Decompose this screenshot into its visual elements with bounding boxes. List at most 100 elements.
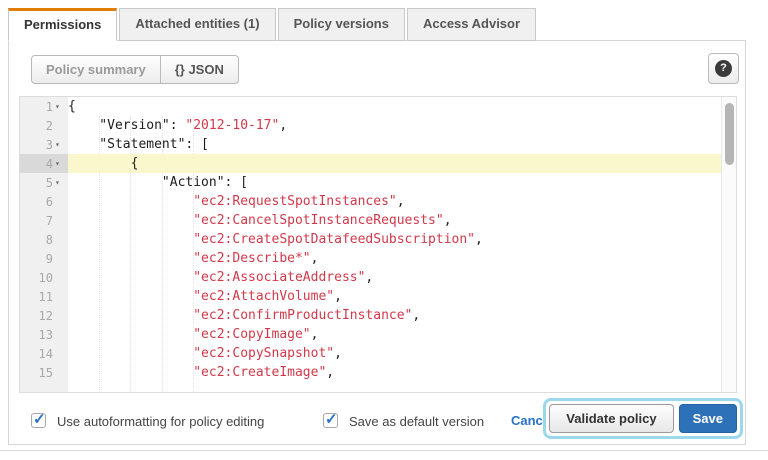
code-token: "Action": [ bbox=[68, 175, 248, 190]
editor-code-area[interactable]: { "Version": "2012-10-17", "Statement": … bbox=[68, 97, 721, 392]
tab-bar: PermissionsAttached entities (1)Policy v… bbox=[8, 8, 536, 41]
code-token: , bbox=[326, 365, 334, 380]
code-token: , bbox=[279, 118, 287, 133]
editor-vertical-scrollbar[interactable] bbox=[721, 97, 736, 392]
code-token bbox=[68, 365, 193, 380]
code-line-11[interactable]: "ec2:AttachVolume", bbox=[68, 287, 721, 306]
code-line-14[interactable]: "ec2:CopySnapshot", bbox=[68, 344, 721, 363]
tab-attached-entities[interactable]: Attached entities (1) bbox=[119, 8, 275, 41]
autoformat-label: Use autoformatting for policy editing bbox=[57, 414, 264, 429]
code-token: "Version": bbox=[68, 118, 185, 133]
code-token: , bbox=[311, 251, 319, 266]
json-code-editor[interactable]: 1▾23▾4▾5▾6789101112131415 { "Version": "… bbox=[19, 96, 737, 393]
gutter-line-5: 5▾ bbox=[20, 173, 68, 192]
checkmark-icon: ✓ bbox=[325, 410, 338, 428]
gutter-line-11: 11 bbox=[20, 287, 68, 306]
code-line-1[interactable]: { bbox=[68, 97, 721, 116]
code-token bbox=[68, 327, 193, 342]
code-line-15[interactable]: "ec2:CreateImage", bbox=[68, 363, 721, 382]
validate-policy-button[interactable]: Validate policy bbox=[549, 404, 673, 433]
default-version-checkbox[interactable]: ✓ bbox=[323, 413, 338, 428]
editor-gutter: 1▾23▾4▾5▾6789101112131415 bbox=[20, 97, 68, 392]
code-token: "Statement": [ bbox=[68, 137, 209, 152]
code-token bbox=[68, 251, 193, 266]
code-token bbox=[68, 346, 193, 361]
gutter-line-15: 15 bbox=[20, 363, 68, 382]
string-token: "2012-10-17" bbox=[185, 118, 279, 133]
code-token bbox=[68, 194, 193, 209]
editor-footer: ✓ Use autoformatting for policy editing … bbox=[9, 397, 745, 445]
json-view-button[interactable]: {} JSON bbox=[161, 56, 238, 83]
string-token: "ec2:CreateSpotDatafeedSubscription" bbox=[193, 232, 475, 247]
code-token bbox=[68, 270, 193, 285]
fold-arrow-icon[interactable]: ▾ bbox=[55, 140, 68, 149]
permissions-panel: Policy summary {} JSON ? 1▾23▾4▾5▾678910… bbox=[8, 40, 746, 445]
string-token: "ec2:CreateImage" bbox=[193, 365, 326, 380]
code-line-5[interactable]: "Action": [ bbox=[68, 173, 721, 192]
view-toggle-group: Policy summary {} JSON bbox=[31, 55, 239, 84]
fold-arrow-icon[interactable]: ▾ bbox=[55, 178, 68, 187]
code-line-7[interactable]: "ec2:CancelSpotInstanceRequests", bbox=[68, 211, 721, 230]
gutter-line-1: 1▾ bbox=[20, 97, 68, 116]
code-token: , bbox=[397, 194, 405, 209]
line-number: 14 bbox=[39, 347, 55, 361]
gutter-line-12: 12 bbox=[20, 306, 68, 325]
autoformat-checkbox[interactable]: ✓ bbox=[31, 413, 46, 428]
code-line-8[interactable]: "ec2:CreateSpotDatafeedSubscription", bbox=[68, 230, 721, 249]
line-number: 3 bbox=[46, 138, 55, 152]
code-line-2[interactable]: "Version": "2012-10-17", bbox=[68, 116, 721, 135]
code-token: , bbox=[444, 213, 452, 228]
string-token: "ec2:ConfirmProductInstance" bbox=[193, 308, 412, 323]
fold-arrow-icon[interactable]: ▾ bbox=[55, 159, 68, 168]
line-number: 4 bbox=[46, 157, 55, 171]
code-line-4[interactable]: { bbox=[68, 154, 721, 173]
tab-access-advisor[interactable]: Access Advisor bbox=[407, 8, 536, 41]
string-token: "ec2:Describe*" bbox=[193, 251, 310, 266]
checkmark-icon: ✓ bbox=[33, 410, 46, 428]
line-number: 11 bbox=[39, 290, 55, 304]
code-token bbox=[68, 213, 193, 228]
code-token: { bbox=[68, 156, 138, 171]
string-token: "ec2:AssociateAddress" bbox=[193, 270, 365, 285]
line-number: 15 bbox=[39, 366, 55, 380]
code-token: , bbox=[334, 289, 342, 304]
fold-arrow-icon[interactable]: ▾ bbox=[55, 102, 68, 111]
tab-permissions[interactable]: Permissions bbox=[8, 8, 117, 41]
string-token: "ec2:RequestSpotInstances" bbox=[193, 194, 397, 209]
gutter-line-4: 4▾ bbox=[20, 154, 68, 173]
line-number: 9 bbox=[46, 252, 55, 266]
string-token: "ec2:CopyImage" bbox=[193, 327, 310, 342]
code-line-3[interactable]: "Statement": [ bbox=[68, 135, 721, 154]
line-number: 7 bbox=[46, 214, 55, 228]
code-token: , bbox=[475, 232, 483, 247]
gutter-line-13: 13 bbox=[20, 325, 68, 344]
scrollbar-thumb[interactable] bbox=[725, 103, 734, 165]
policy-summary-button[interactable]: Policy summary bbox=[32, 56, 161, 83]
help-button[interactable]: ? bbox=[708, 53, 739, 84]
string-token: "ec2:CopySnapshot" bbox=[193, 346, 334, 361]
line-number: 2 bbox=[46, 119, 55, 133]
code-token: { bbox=[68, 99, 76, 114]
code-line-9[interactable]: "ec2:Describe*", bbox=[68, 249, 721, 268]
code-token: , bbox=[412, 308, 420, 323]
save-button[interactable]: Save bbox=[679, 404, 737, 433]
code-line-12[interactable]: "ec2:ConfirmProductInstance", bbox=[68, 306, 721, 325]
code-token: , bbox=[311, 327, 319, 342]
code-token bbox=[68, 308, 193, 323]
code-line-10[interactable]: "ec2:AssociateAddress", bbox=[68, 268, 721, 287]
code-token bbox=[68, 289, 193, 304]
code-line-6[interactable]: "ec2:RequestSpotInstances", bbox=[68, 192, 721, 211]
policy-editor-page: PermissionsAttached entities (1)Policy v… bbox=[0, 0, 768, 460]
page-divider bbox=[0, 450, 768, 451]
gutter-line-10: 10 bbox=[20, 268, 68, 287]
code-token bbox=[68, 232, 193, 247]
code-line-13[interactable]: "ec2:CopyImage", bbox=[68, 325, 721, 344]
tab-policy-versions[interactable]: Policy versions bbox=[278, 8, 405, 41]
gutter-line-8: 8 bbox=[20, 230, 68, 249]
primary-action-group: Validate policy Save bbox=[543, 398, 743, 439]
code-token: , bbox=[365, 270, 373, 285]
line-number: 8 bbox=[46, 233, 55, 247]
code-token: , bbox=[334, 346, 342, 361]
line-number: 1 bbox=[46, 100, 55, 114]
line-number: 6 bbox=[46, 195, 55, 209]
